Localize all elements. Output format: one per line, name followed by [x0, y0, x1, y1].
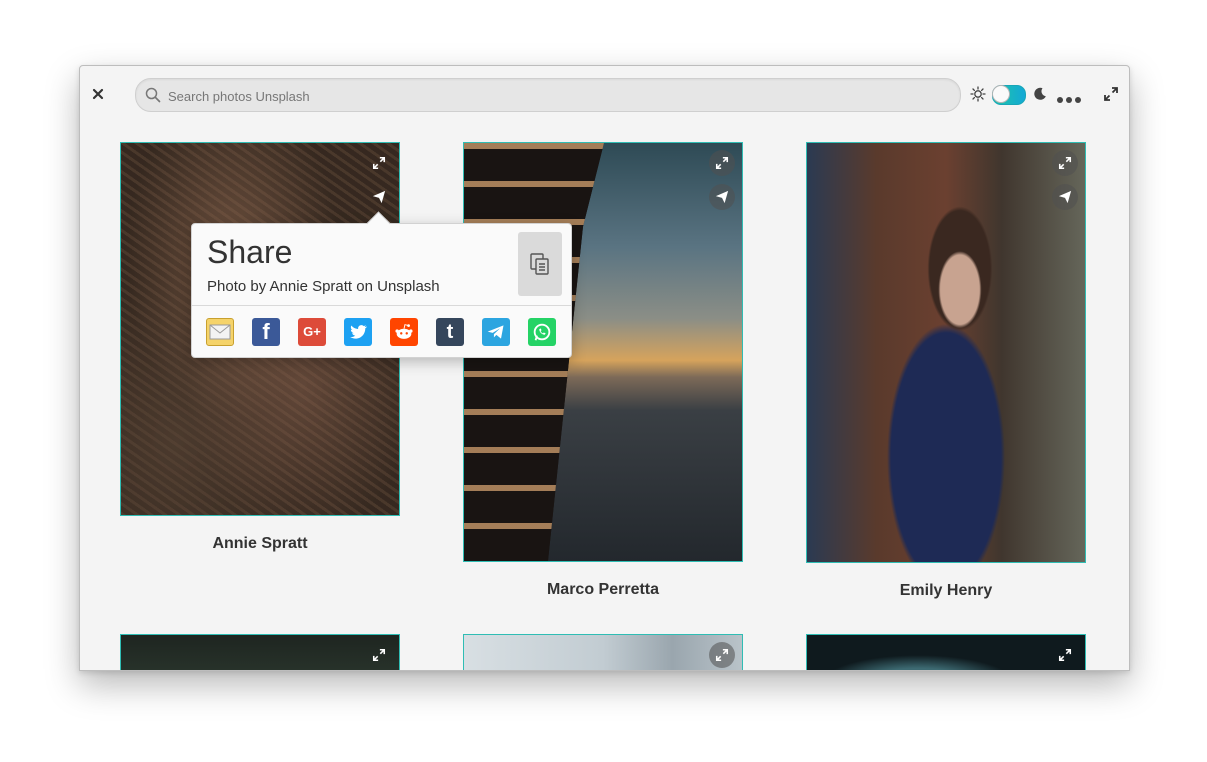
photo-image[interactable]: [463, 634, 743, 670]
reddit-icon[interactable]: [390, 318, 418, 346]
expand-icon[interactable]: [366, 642, 392, 668]
photographer-name[interactable]: Marco Perretta: [463, 581, 743, 599]
whatsapp-icon[interactable]: [528, 318, 556, 346]
photo-image[interactable]: [806, 634, 1086, 670]
share-icon[interactable]: [1052, 184, 1078, 210]
facebook-icon[interactable]: f: [252, 318, 280, 346]
telegram-icon[interactable]: [482, 318, 510, 346]
expand-icon[interactable]: [1052, 642, 1078, 668]
popover-subtitle: Photo by Annie Spratt on Unsplash: [207, 278, 440, 295]
photo-image[interactable]: [806, 142, 1086, 563]
share-icon[interactable]: [709, 184, 735, 210]
google-plus-icon[interactable]: G+: [298, 318, 326, 346]
toggle-knob: [992, 85, 1010, 103]
app-window: Annie Spratt Marco Perretta Emily Henry: [79, 65, 1130, 671]
copy-link-icon: [530, 253, 549, 275]
more-dots-icon[interactable]: [1056, 91, 1082, 109]
photo-image[interactable]: [120, 634, 400, 670]
twitter-icon[interactable]: [344, 318, 372, 346]
expand-icon[interactable]: [366, 150, 392, 176]
share-icon[interactable]: [366, 184, 392, 210]
maximize-icon[interactable]: [1103, 86, 1119, 107]
dark-mode-toggle[interactable]: [992, 85, 1026, 105]
email-icon[interactable]: [206, 318, 234, 346]
expand-icon[interactable]: [709, 150, 735, 176]
close-icon[interactable]: [90, 86, 106, 102]
search-icon: [145, 87, 161, 108]
expand-icon[interactable]: [1052, 150, 1078, 176]
popover-title: Share: [207, 234, 293, 270]
search-bar[interactable]: [135, 78, 961, 113]
share-popover: Share Photo by Annie Spratt on Unsplash …: [191, 211, 572, 358]
photographer-name[interactable]: Annie Spratt: [120, 535, 400, 553]
copy-link-button[interactable]: [518, 232, 562, 296]
popover-divider: [192, 305, 571, 306]
moon-icon: [1032, 86, 1048, 107]
sun-icon: [970, 86, 986, 107]
search-input[interactable]: [166, 79, 950, 113]
tumblr-icon[interactable]: t: [436, 318, 464, 346]
expand-icon[interactable]: [709, 642, 735, 668]
photographer-name[interactable]: Emily Henry: [806, 582, 1086, 600]
